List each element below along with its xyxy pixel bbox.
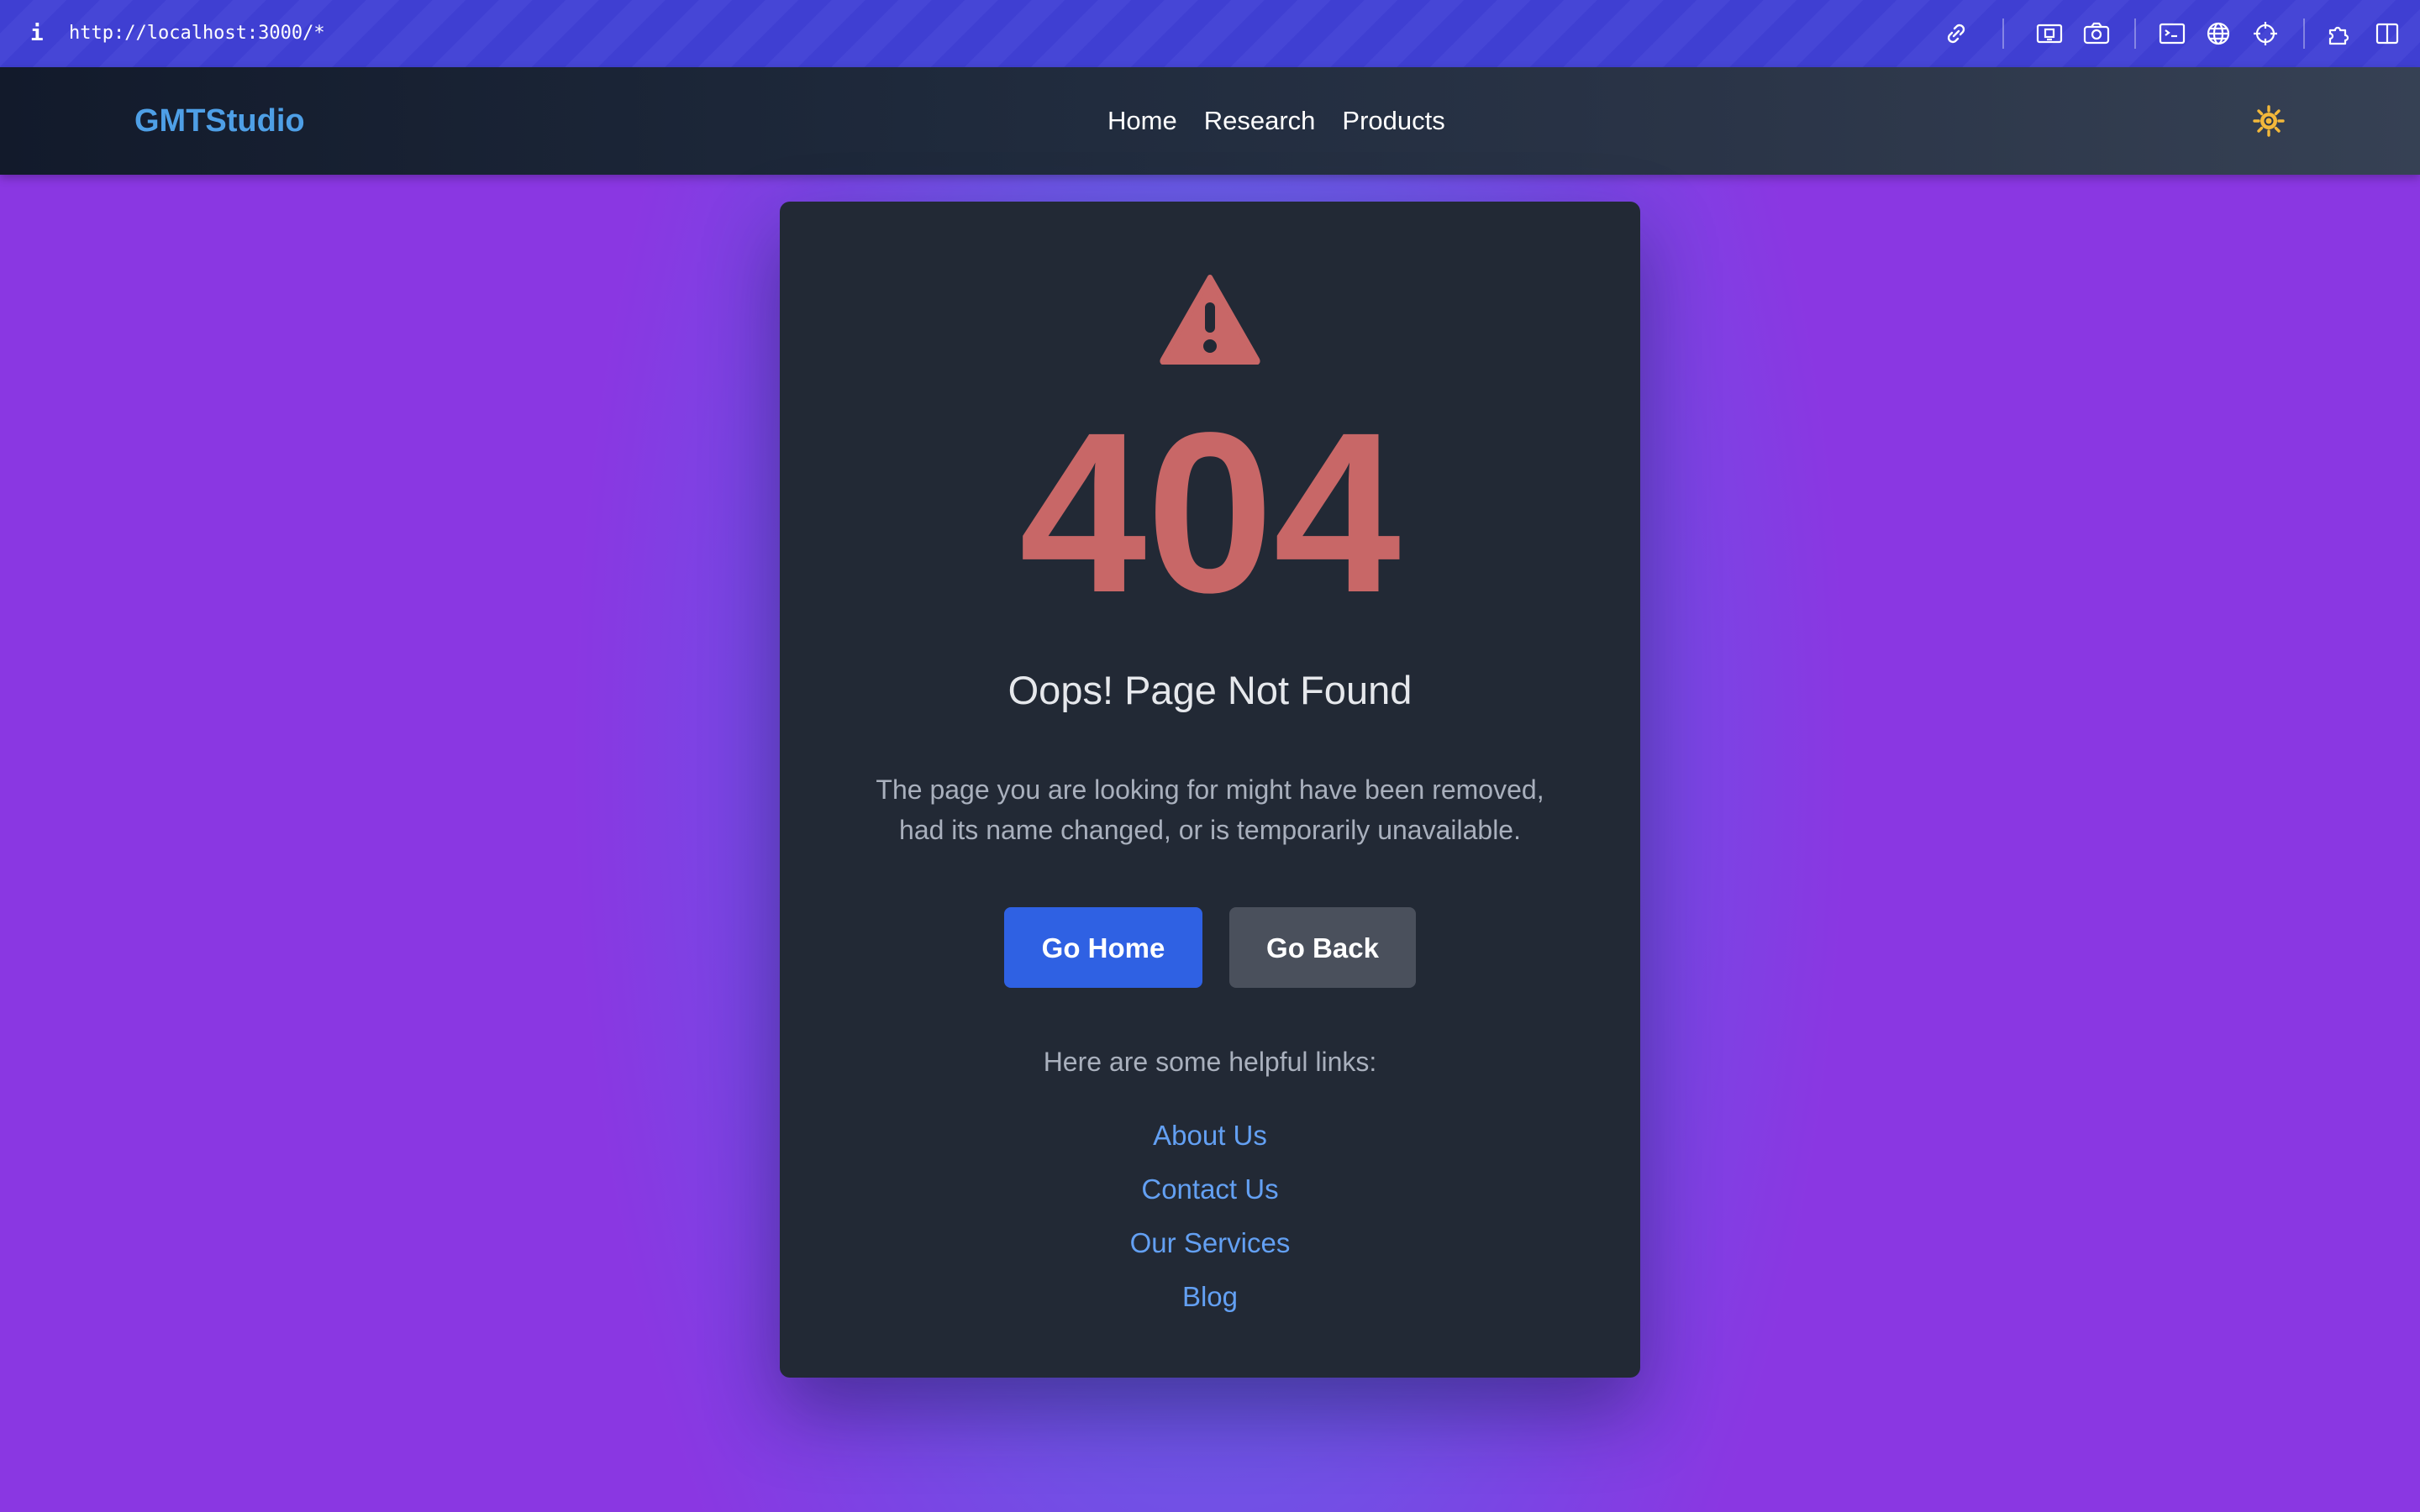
error-code: 404: [1019, 385, 1401, 640]
nav-links: Home Research Products: [1107, 101, 1445, 141]
helpful-links-list: About Us Contact Us Our Services Blog: [780, 1109, 1640, 1324]
responsive-icon[interactable]: [2034, 18, 2065, 49]
sun-icon[interactable]: [2252, 104, 2286, 138]
globe-icon[interactable]: [2203, 18, 2233, 49]
toolbar-divider: [2134, 18, 2136, 49]
toolbar-divider: [2002, 18, 2004, 49]
url-field[interactable]: http://localhost:3000/*: [69, 18, 325, 49]
our-services-link[interactable]: Our Services: [780, 1216, 1640, 1270]
error-card: 404 Oops! Page Not Found The page you ar…: [780, 202, 1640, 1378]
go-back-button[interactable]: Go Back: [1229, 907, 1416, 988]
about-us-link[interactable]: About Us: [780, 1109, 1640, 1163]
split-view-icon[interactable]: [2372, 18, 2402, 49]
nav-link-research[interactable]: Research: [1204, 101, 1316, 141]
nav-link-products[interactable]: Products: [1342, 101, 1444, 141]
helpful-links-label: Here are some helpful links:: [1043, 1047, 1377, 1077]
camera-icon[interactable]: [2081, 18, 2112, 49]
info-icon[interactable]: i: [30, 18, 44, 49]
site-navbar: GMTStudio Home Research Products: [0, 67, 2420, 175]
nav-link-home[interactable]: Home: [1107, 101, 1177, 141]
terminal-icon[interactable]: [2157, 18, 2187, 49]
extensions-icon[interactable]: [2325, 18, 2355, 49]
toolbar-divider: [2303, 18, 2305, 49]
link-icon[interactable]: [1941, 18, 1971, 49]
site-logo[interactable]: GMTStudio: [134, 101, 305, 141]
warning-icon: [1160, 272, 1260, 365]
go-home-button[interactable]: Go Home: [1004, 907, 1202, 988]
browser-toolbar: i http://localhost:3000/*: [0, 0, 2420, 68]
error-description: The page you are looking for might have …: [876, 774, 1544, 845]
crosshair-icon[interactable]: [2250, 18, 2281, 49]
contact-us-link[interactable]: Contact Us: [780, 1163, 1640, 1216]
error-title: Oops! Page Not Found: [1007, 668, 1413, 712]
blog-link[interactable]: Blog: [780, 1270, 1640, 1324]
